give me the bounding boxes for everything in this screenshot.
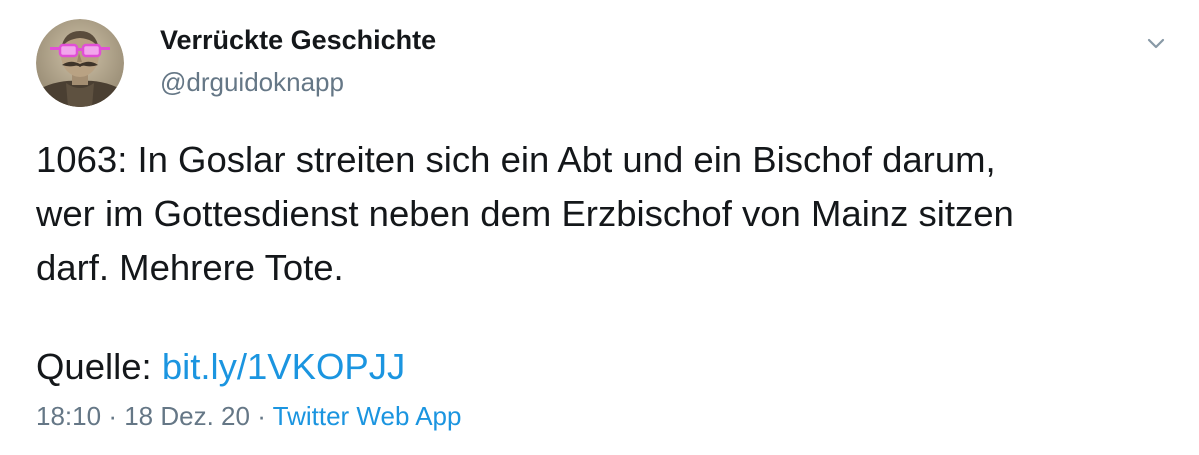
source-label: Quelle: [36,346,152,387]
author-name[interactable]: Verrückte Geschichte [160,22,436,58]
meta-separator: · [108,401,117,431]
tweet-text-line: 1063: In Goslar streiten sich ein Abt un… [36,139,996,180]
author-handle[interactable]: @drguidoknapp [160,64,344,100]
tweet-date[interactable]: 18 Dez. 20 [124,401,250,431]
tweet-text: 1063: In Goslar streiten sich ein Abt un… [36,133,1176,295]
avatar[interactable] [36,19,124,107]
tweet-text-line: wer im Gottesdienst neben dem Erzbischof… [36,193,1014,234]
meta-separator: · [257,401,266,431]
tweet-meta: 18:10 · 18 Dez. 20 · Twitter Web App [36,398,461,434]
tweet-time[interactable]: 18:10 [36,401,101,431]
tweet-app-link[interactable]: Twitter Web App [273,401,462,431]
source-link[interactable]: bit.ly/1VKOPJJ [162,346,405,387]
avatar-portrait-icon [36,19,124,107]
tweet-source-line: Quelle: bit.ly/1VKOPJJ [36,340,405,394]
tweet-text-line: darf. Mehrere Tote. [36,247,344,288]
tweet: Verrückte Geschichte @drguidoknapp 1063:… [0,0,1199,455]
chevron-down-icon[interactable] [1138,30,1174,58]
